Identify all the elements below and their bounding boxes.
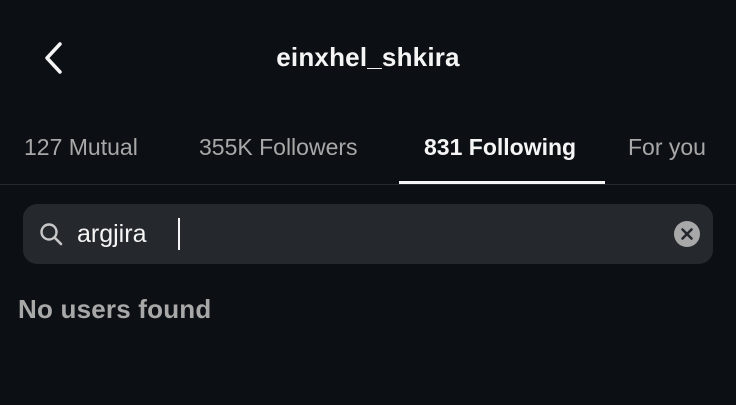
clear-icon[interactable] [673, 220, 701, 248]
following-screen: einxhel_shkira 127 Mutual 355K Followers… [0, 0, 736, 405]
tab-following[interactable]: 831 Following [424, 134, 576, 161]
page-title: einxhel_shkira [276, 42, 460, 72]
search-bar[interactable] [23, 204, 713, 264]
tab-bar: 127 Mutual 355K Followers 831 Following … [0, 116, 736, 184]
search-input[interactable] [77, 217, 657, 251]
tab-mutual[interactable]: 127 Mutual [24, 134, 138, 161]
text-caret [178, 218, 180, 250]
header: einxhel_shkira [0, 0, 736, 116]
tab-followers[interactable]: 355K Followers [199, 134, 358, 161]
tab-divider [0, 184, 736, 185]
tab-for-you[interactable]: For you [628, 134, 706, 161]
search-icon [40, 223, 63, 246]
empty-results-message: No users found [18, 294, 212, 324]
